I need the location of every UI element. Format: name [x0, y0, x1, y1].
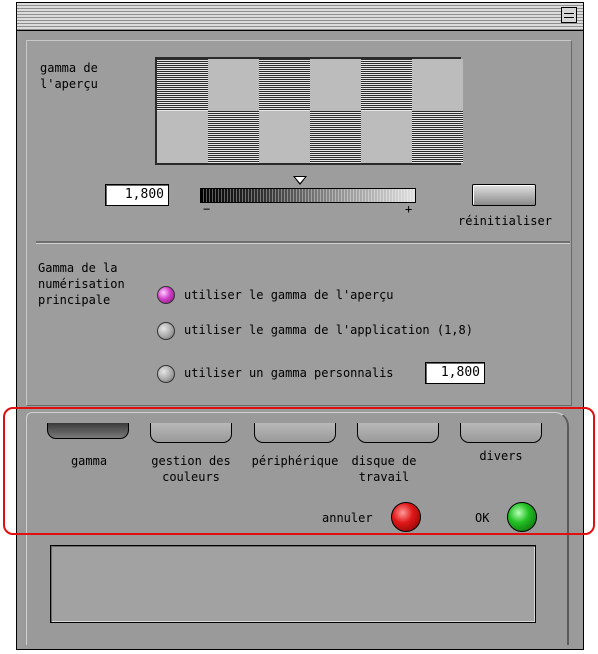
radio-preview-gamma[interactable] [157, 286, 175, 304]
highlight-annotation [3, 407, 595, 535]
custom-gamma-input[interactable]: 1,800 [425, 362, 485, 384]
option-custom-gamma-label: utiliser un gamma personnalis [184, 366, 394, 380]
slider-thumb-icon[interactable] [293, 176, 307, 185]
section-divider [36, 241, 570, 244]
main-scan-gamma-label: Gamma de la numérisation principale [38, 261, 125, 307]
gamma-preview-pattern [155, 57, 463, 165]
reset-label: réinitialiser [458, 214, 552, 228]
option-preview-gamma-label: utiliser le gamma de l'aperçu [184, 288, 394, 302]
message-area [50, 545, 536, 623]
preview-gamma-label: gamma de l'aperçu [40, 61, 98, 91]
radio-application-gamma[interactable] [157, 322, 175, 340]
reset-button[interactable] [472, 184, 536, 206]
slider-max-label: + [405, 202, 413, 216]
gamma-slider[interactable] [200, 188, 416, 203]
option-application-gamma-label: utiliser le gamma de l'application (1,8) [184, 323, 473, 337]
radio-custom-gamma[interactable] [157, 365, 175, 383]
title-bar[interactable] [17, 3, 583, 31]
collapse-box-icon[interactable] [561, 7, 577, 23]
preview-gamma-input[interactable]: 1,800 [105, 184, 169, 206]
slider-min-label: − [203, 202, 211, 216]
